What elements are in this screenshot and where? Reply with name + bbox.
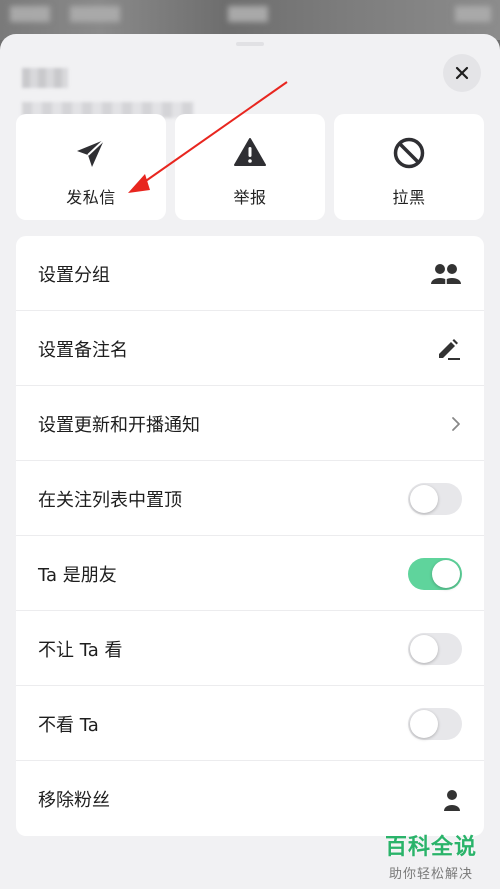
report-label: 举报 <box>233 188 267 207</box>
send-message-button[interactable]: 发私信 <box>16 114 166 220</box>
send-message-label: 发私信 <box>66 188 116 207</box>
settings-list: 设置分组 设置备注名 设置更新和开播通知 在关注列表中置顶 Ta 是朋友 不让 … <box>16 236 484 836</box>
user-name: ■■■ <box>22 68 68 88</box>
hide-from-row: 不让 Ta 看 <box>16 611 484 686</box>
toggle-knob <box>410 709 438 738</box>
is-friend-row: Ta 是朋友 <box>16 536 484 611</box>
hide-from-toggle[interactable] <box>408 632 462 665</box>
toggle-knob <box>410 634 438 663</box>
dont-view-row: 不看 Ta <box>16 686 484 761</box>
chevron-right-icon <box>452 416 460 431</box>
blurred-status-item <box>455 6 491 22</box>
person-remove-icon <box>444 789 460 811</box>
block-button[interactable]: 拉黑 <box>334 114 484 220</box>
pin-to-top-toggle[interactable] <box>408 482 462 515</box>
watermark-title: 百科全说 <box>384 835 477 860</box>
set-remark-row[interactable]: 设置备注名 <box>16 311 484 386</box>
row-label: 移除粉丝 <box>38 789 110 811</box>
block-label: 拉黑 <box>392 188 426 207</box>
watermark-subtitle: 助你轻松解决 <box>388 867 473 882</box>
is-friend-toggle[interactable] <box>408 557 462 590</box>
row-label: Ta 是朋友 <box>38 564 117 586</box>
sheet-grabber[interactable] <box>236 42 264 46</box>
dont-view-toggle[interactable] <box>408 707 462 740</box>
row-label: 设置备注名 <box>38 339 128 361</box>
blurred-status-item <box>228 6 268 22</box>
blurred-status-item <box>10 6 50 22</box>
remove-follower-row[interactable]: 移除粉丝 <box>16 761 484 836</box>
watermark-logo: 百科全说 助你轻松解决 <box>370 829 492 882</box>
update-notification-row[interactable]: 设置更新和开播通知 <box>16 386 484 461</box>
close-icon <box>455 66 469 80</box>
toggle-knob <box>410 484 438 513</box>
block-icon <box>393 137 425 169</box>
action-cards: 发私信 举报 拉黑 <box>16 114 484 220</box>
paper-plane-icon <box>77 139 105 167</box>
pin-to-top-row: 在关注列表中置顶 <box>16 461 484 536</box>
close-button[interactable] <box>443 54 481 92</box>
row-label: 不让 Ta 看 <box>38 639 123 661</box>
row-label: 设置分组 <box>38 264 110 286</box>
warning-icon <box>234 138 266 166</box>
pencil-icon <box>439 338 460 360</box>
row-label: 在关注列表中置顶 <box>38 489 182 511</box>
row-label: 不看 Ta <box>38 714 99 736</box>
report-button[interactable]: 举报 <box>175 114 325 220</box>
set-group-row[interactable]: 设置分组 <box>16 236 484 311</box>
blurred-status-item <box>70 6 120 22</box>
row-label: 设置更新和开播通知 <box>38 414 200 436</box>
group-icon <box>431 263 461 284</box>
toggle-knob <box>432 559 460 588</box>
